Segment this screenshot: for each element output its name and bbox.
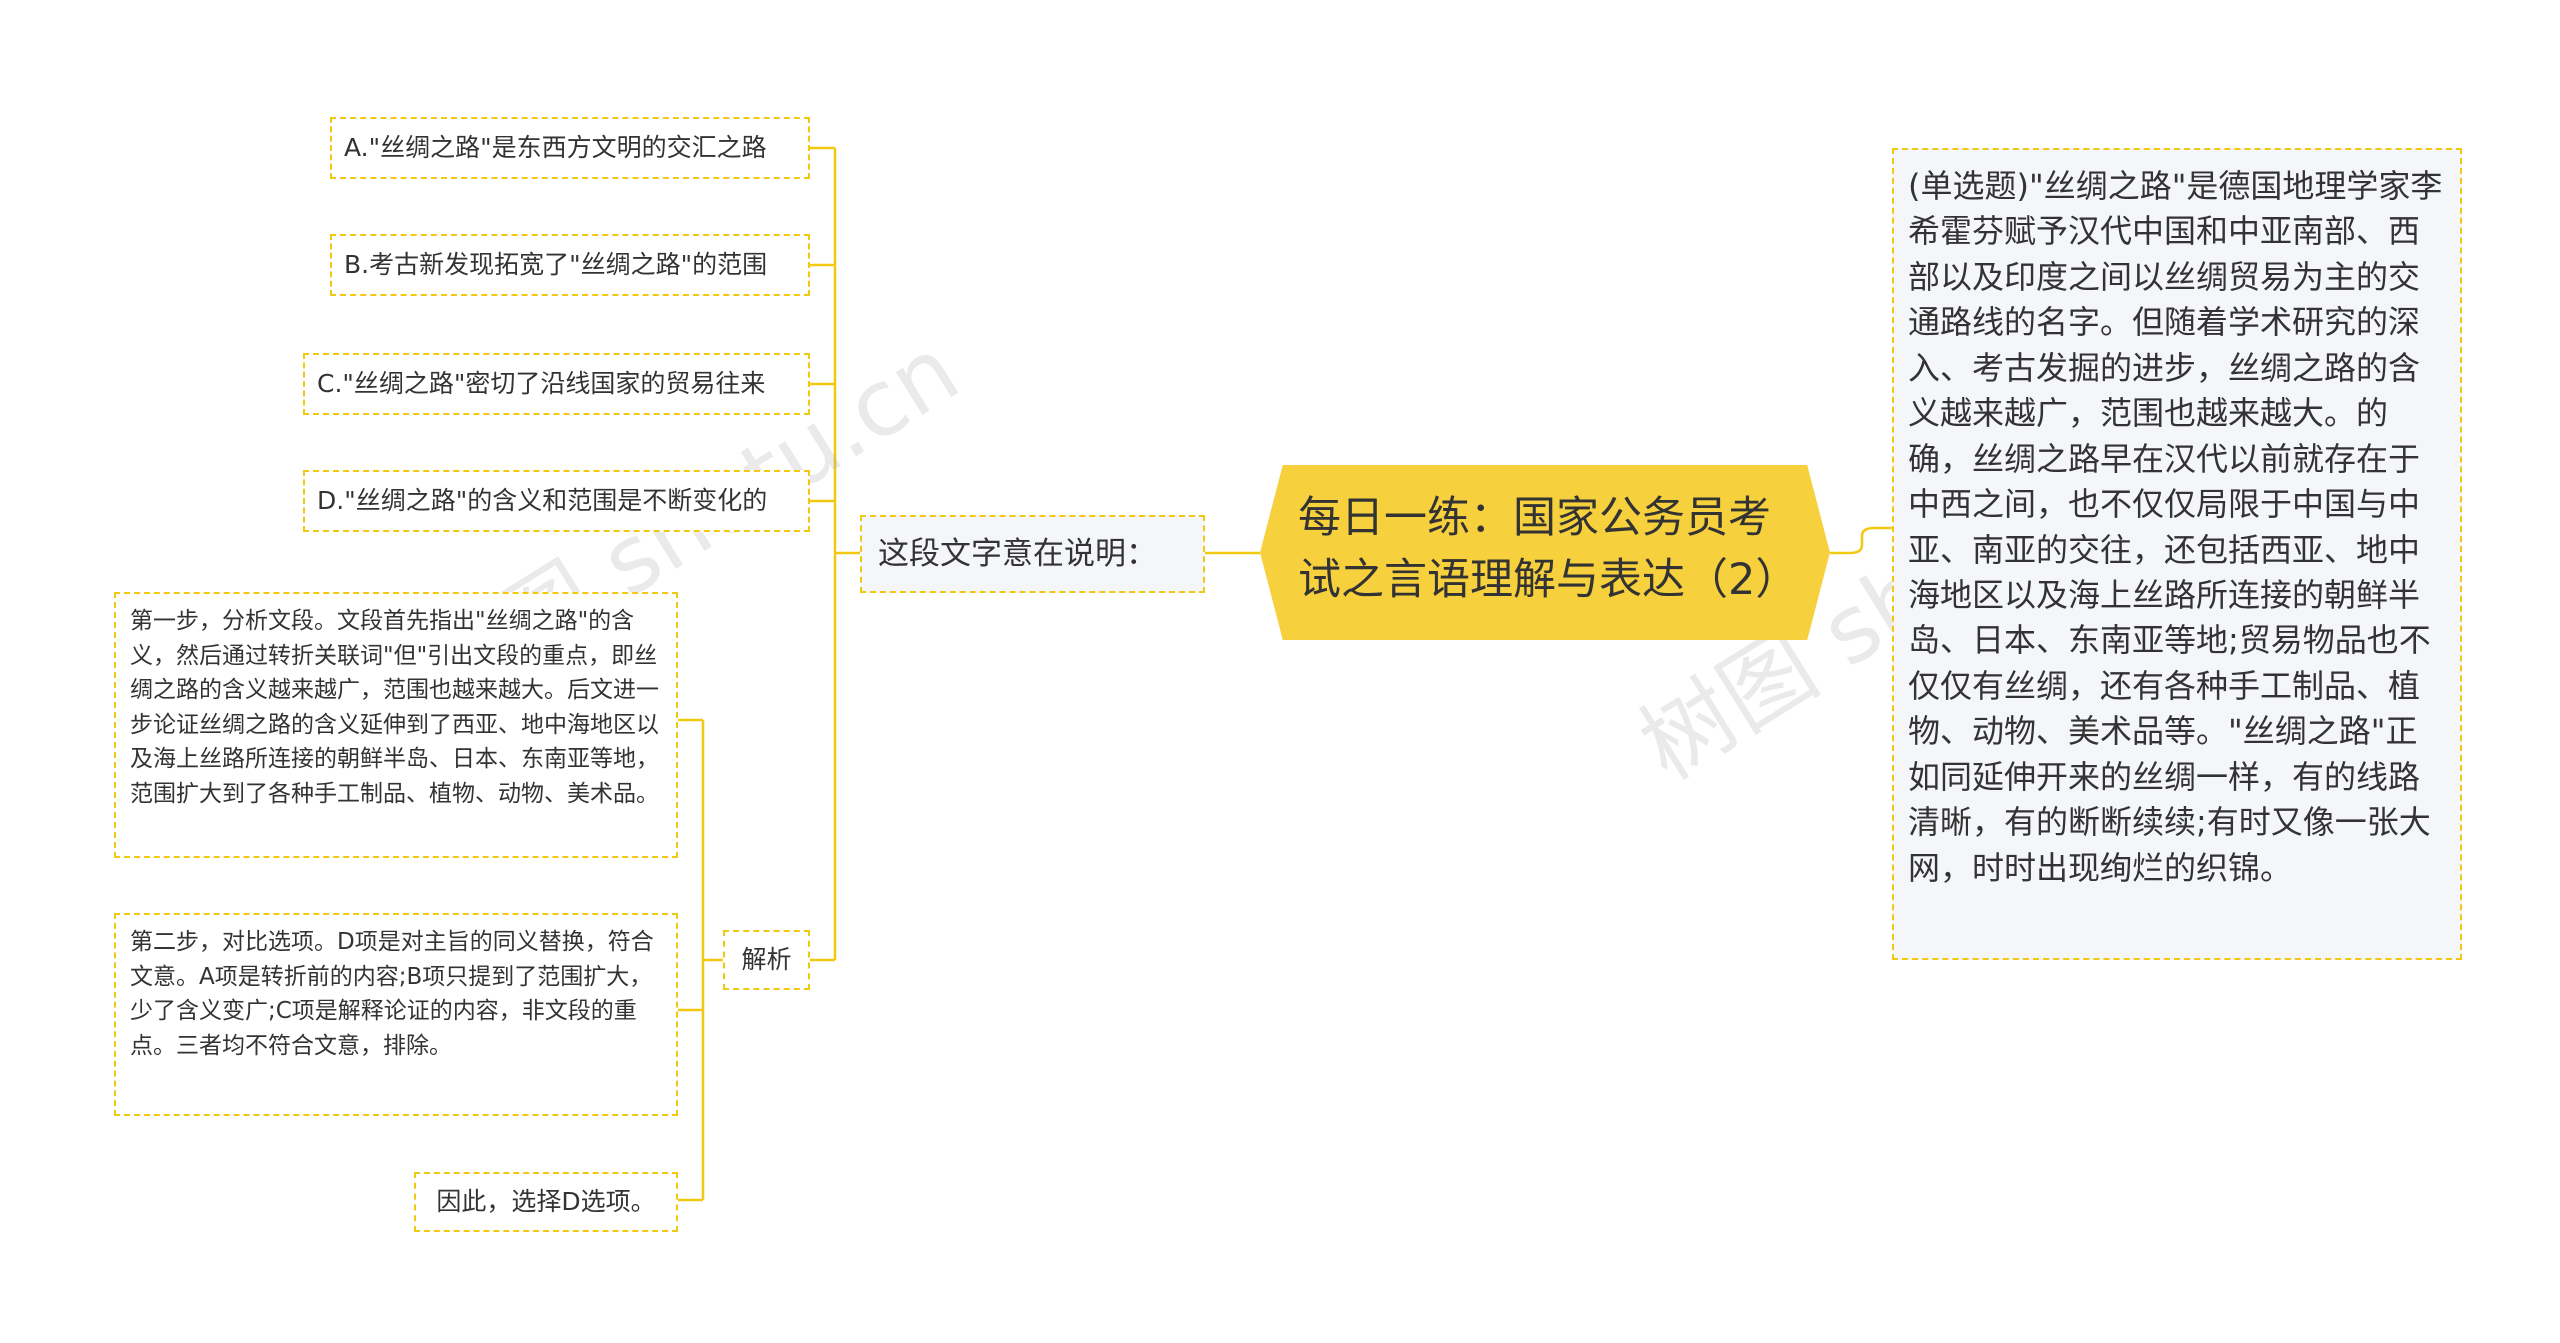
central-topic[interactable]: 每日一练：国家公务员考试之言语理解与表达（2）	[1260, 465, 1830, 640]
option-b[interactable]: B.考古新发现拓宽了"丝绸之路"的范围	[330, 234, 810, 296]
question-node[interactable]: (单选题)"丝绸之路"是德国地理学家李希霍芬赋予汉代中国和中亚南部、西部以及印度…	[1892, 148, 2462, 960]
analysis-conclusion[interactable]: 因此，选择D选项。	[414, 1172, 678, 1232]
option-a[interactable]: A."丝绸之路"是东西方文明的交汇之路	[330, 117, 810, 179]
option-c[interactable]: C."丝绸之路"密切了沿线国家的贸易往来	[303, 353, 810, 415]
analysis-step2[interactable]: 第二步，对比选项。D项是对主旨的同义替换，符合文意。A项是转折前的内容;B项只提…	[114, 913, 678, 1116]
option-d[interactable]: D."丝绸之路"的含义和范围是不断变化的	[303, 470, 810, 532]
analysis-node[interactable]: 解析	[723, 930, 810, 990]
analysis-step1[interactable]: 第一步，分析文段。文段首先指出"丝绸之路"的含义，然后通过转折关联词"但"引出文…	[114, 592, 678, 858]
prompt-node[interactable]: 这段文字意在说明：	[860, 515, 1205, 593]
mind-map-canvas: 树图 shutu.cn 树图 shutu.cn 每日一练：国家公务员考试之言语理…	[0, 0, 2560, 1343]
